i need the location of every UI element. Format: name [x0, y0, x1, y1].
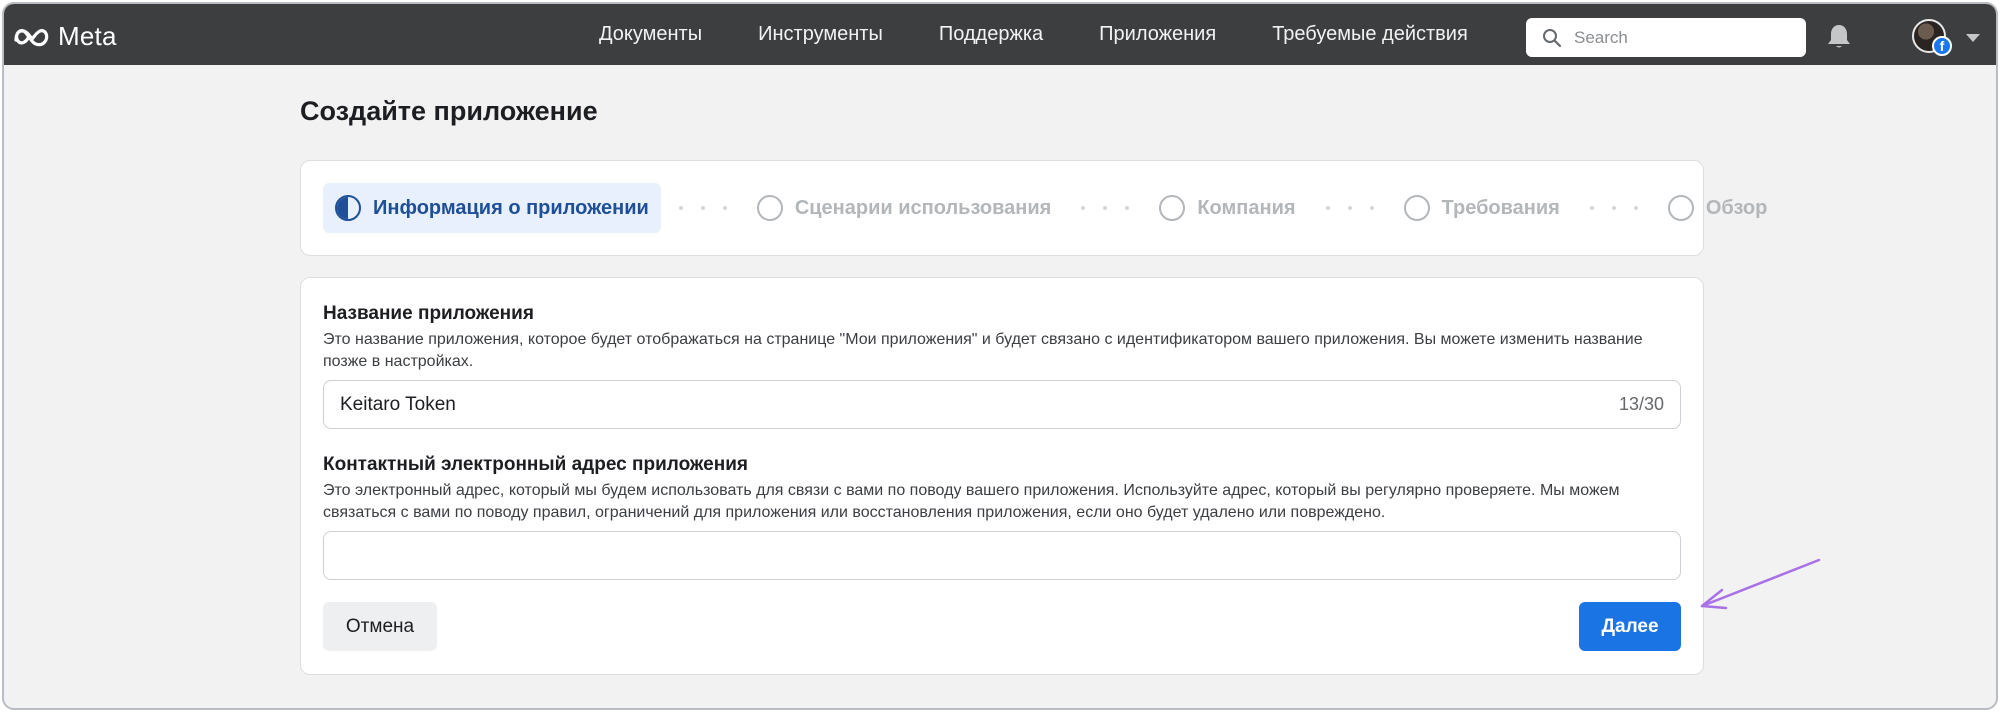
app-window: Meta Документы Инструменты Поддержка При… — [2, 2, 1998, 710]
chevron-down-icon[interactable] — [1966, 34, 1980, 42]
empty-circle-icon — [1667, 195, 1694, 221]
app-name-label: Название приложения — [323, 303, 534, 324]
step-use-cases[interactable]: Сценарии использования — [745, 183, 1064, 233]
meta-infinity-icon — [14, 29, 49, 47]
nav-item-apps[interactable]: Приложения — [1099, 23, 1216, 46]
step-label: Сценарии использования — [794, 196, 1052, 219]
step-company[interactable]: Компания — [1147, 183, 1307, 233]
main-nav: Документы Инструменты Поддержка Приложен… — [599, 4, 1524, 65]
half-circle-icon — [335, 195, 361, 221]
search-box[interactable] — [1526, 18, 1806, 57]
step-divider — [678, 206, 727, 210]
top-navigation-bar: Meta Документы Инструменты Поддержка При… — [4, 4, 1996, 65]
annotation-arrow-icon — [1700, 558, 1821, 610]
step-label: Компания — [1197, 196, 1296, 219]
next-button[interactable]: Далее — [1579, 602, 1681, 651]
contact-email-field: Контактный электронный адрес приложения … — [323, 454, 1681, 580]
stepper-card: Информация о приложении Сценарии использ… — [300, 160, 1767, 256]
empty-circle-icon — [1403, 195, 1430, 221]
stepper: Информация о приложении Сценарии использ… — [323, 183, 1779, 233]
nav-item-support[interactable]: Поддержка — [939, 23, 1043, 46]
empty-circle-icon — [1159, 195, 1186, 221]
app-name-value: Keitaro Token — [340, 393, 456, 415]
search-input[interactable] — [1574, 27, 1794, 48]
step-review[interactable]: Обзор — [1656, 183, 1780, 233]
step-app-info[interactable]: Информация о приложении — [323, 183, 661, 233]
account-menu[interactable]: f — [1912, 19, 1952, 56]
character-counter: 13/30 — [1618, 394, 1664, 414]
step-divider — [1325, 206, 1374, 210]
step-divider — [1589, 206, 1638, 210]
facebook-badge-icon: f — [1932, 36, 1952, 56]
contact-email-input[interactable] — [323, 531, 1681, 580]
step-divider — [1081, 206, 1130, 210]
cancel-button[interactable]: Отмена — [323, 602, 437, 651]
step-label: Требования — [1441, 196, 1560, 219]
contact-email-label: Контактный электронный адрес приложения — [323, 454, 748, 475]
notifications-bell-icon[interactable] — [1826, 23, 1852, 49]
app-name-field: Название приложения Это название приложе… — [323, 303, 1681, 429]
app-name-input[interactable]: Keitaro Token 13/30 — [323, 380, 1681, 429]
meta-logo[interactable]: Meta — [12, 20, 117, 51]
step-label: Информация о приложении — [373, 196, 649, 219]
search-icon — [1543, 28, 1562, 47]
empty-circle-icon — [756, 195, 783, 221]
app-details-form: Название приложения Это название приложе… — [300, 277, 1704, 675]
step-label: Обзор — [1705, 196, 1768, 219]
step-requirements[interactable]: Требования — [1392, 183, 1572, 233]
app-name-description: Это название приложения, которое будет о… — [323, 331, 1643, 370]
nav-item-required-actions[interactable]: Требуемые действия — [1272, 23, 1468, 46]
nav-item-documents[interactable]: Документы — [599, 23, 702, 46]
page-title: Создайте приложение — [300, 96, 598, 126]
nav-item-tools[interactable]: Инструменты — [758, 23, 883, 46]
brand-name: Meta — [58, 20, 117, 51]
contact-email-description: Это электронный адрес, который мы будем … — [323, 482, 1620, 521]
